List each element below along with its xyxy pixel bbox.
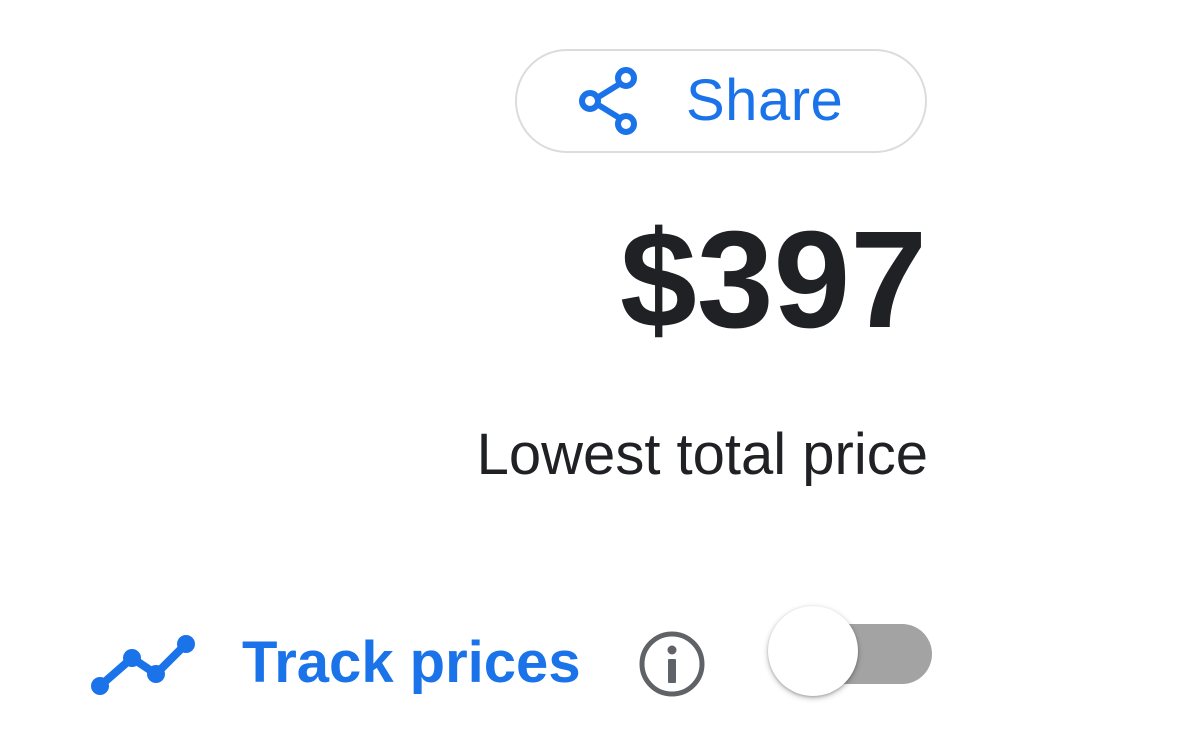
track-prices-toggle[interactable] (768, 606, 934, 702)
info-icon[interactable] (638, 630, 706, 698)
share-icon (579, 67, 637, 135)
track-prices-label[interactable]: Track prices (242, 628, 581, 698)
toggle-knob (768, 606, 858, 696)
lowest-price-caption: Lowest total price (476, 422, 928, 487)
share-button-label[interactable]: Share (686, 66, 843, 136)
trending-line-icon (91, 635, 195, 695)
flight-price-panel: Share $397 Lowest total price Track pric… (0, 0, 1200, 743)
track-prices-row: Track prices (0, 600, 1200, 730)
lowest-price-value: $397 (620, 203, 927, 357)
